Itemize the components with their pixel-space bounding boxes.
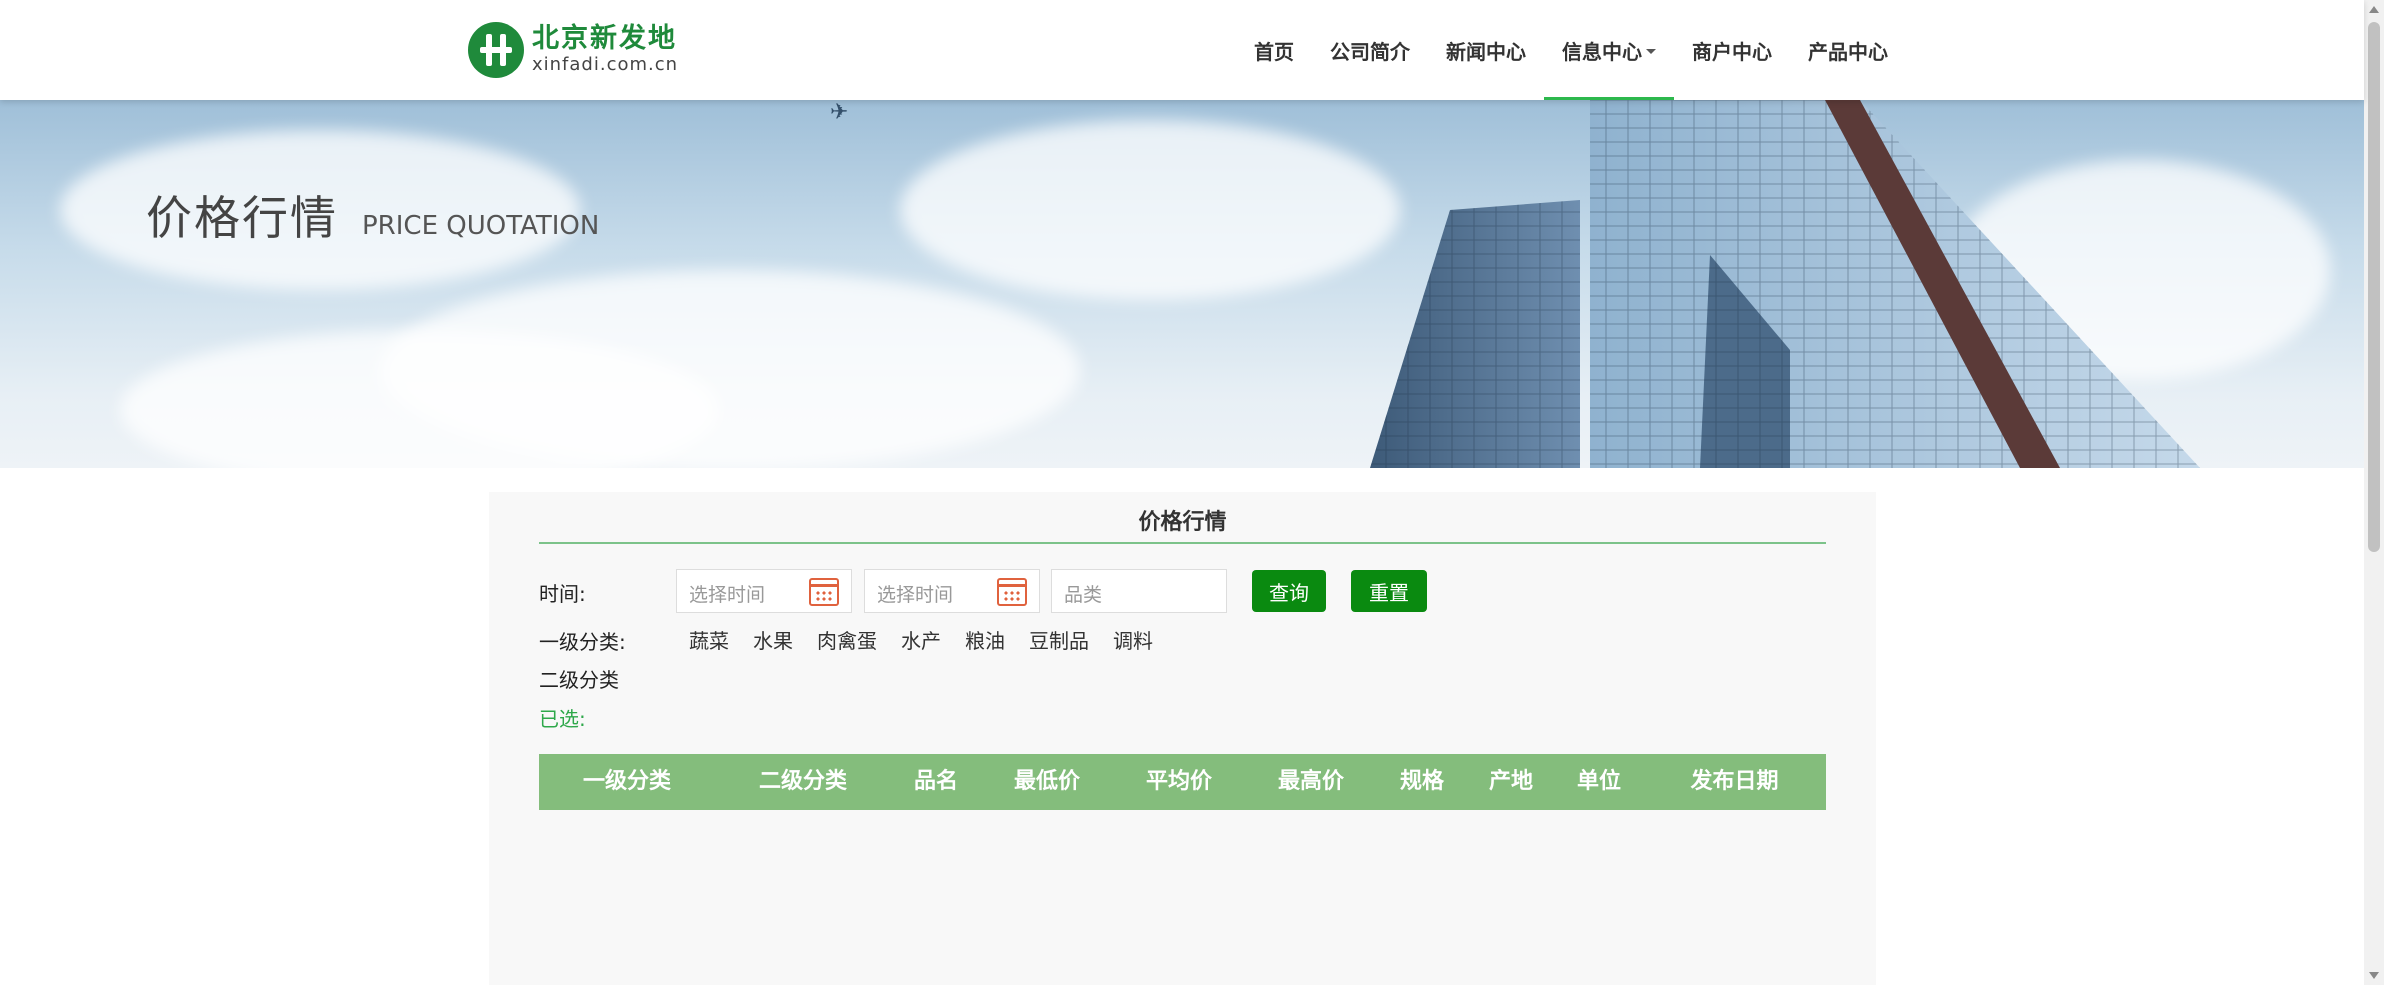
logo-name: 北京新发地: [532, 23, 677, 54]
bird-icon: ✈: [830, 100, 849, 125]
category-soy-products[interactable]: 豆制品: [1029, 625, 1089, 654]
end-date-input[interactable]: 选择时间: [864, 569, 1040, 613]
category-placeholder: 品类: [1064, 584, 1103, 606]
site-logo[interactable]: 北京新发地 xinfadi.com.cn: [468, 22, 678, 78]
skyscraper-image: [1370, 100, 2200, 468]
query-button[interactable]: 查询: [1252, 570, 1326, 612]
category-seasonings[interactable]: 调料: [1113, 625, 1153, 654]
price-panel: 价格行情 时间: 选择时间 选择时间 品类 查询 重置 一级分类: 蔬菜 水果 …: [489, 492, 1876, 985]
nav-about-label: 公司简介: [1330, 39, 1410, 64]
level1-category-list: 蔬菜 水果 肉禽蛋 水产 粮油 豆制品 调料: [689, 625, 1177, 654]
nav-news[interactable]: 新闻中心: [1428, 0, 1544, 100]
price-table-header: 一级分类 二级分类 品名 最低价 平均价 最高价 规格 产地 单位 发布日期: [539, 754, 1826, 810]
category-meat-poultry-eggs[interactable]: 肉禽蛋: [817, 625, 877, 654]
col-avg-price: 平均价: [1145, 769, 1212, 794]
col-publish-date: 发布日期: [1690, 769, 1779, 794]
category-fruits[interactable]: 水果: [753, 625, 793, 654]
panel-divider: [539, 542, 1826, 544]
col-product-name: 品名: [913, 769, 958, 794]
hero-banner: ✈ 价格行情 PRICE QUOTATION: [0, 100, 2364, 468]
page-scrollbar[interactable]: [2364, 0, 2384, 985]
end-date-placeholder: 选择时间: [877, 584, 954, 606]
col-level1: 一级分类: [582, 769, 671, 794]
calendar-icon[interactable]: [809, 578, 839, 606]
banner-title-cn: 价格行情: [146, 191, 338, 245]
start-date-input[interactable]: 选择时间: [676, 569, 852, 613]
col-spec: 规格: [1399, 769, 1444, 794]
col-min-price: 最低价: [1013, 769, 1080, 794]
col-max-price: 最高价: [1277, 769, 1344, 794]
logo-domain: xinfadi.com.cn: [532, 54, 679, 75]
level1-label: 一级分类:: [539, 630, 626, 654]
nav-news-label: 新闻中心: [1446, 39, 1526, 64]
scroll-up-icon[interactable]: [2369, 6, 2379, 13]
banner-title-en: PRICE QUOTATION: [362, 211, 600, 241]
category-vegetables[interactable]: 蔬菜: [689, 625, 729, 654]
panel-title: 价格行情: [1138, 510, 1227, 535]
banner-heading: 价格行情 PRICE QUOTATION: [146, 182, 599, 248]
nav-about[interactable]: 公司简介: [1312, 0, 1428, 100]
nav-info-center[interactable]: 信息中心: [1544, 0, 1674, 100]
col-level2: 二级分类: [758, 769, 847, 794]
category-grain-oil[interactable]: 粮油: [965, 625, 1005, 654]
nav-products[interactable]: 产品中心: [1790, 0, 1906, 100]
logo-emblem-icon: [468, 22, 524, 78]
start-date-placeholder: 选择时间: [689, 584, 766, 606]
reset-button[interactable]: 重置: [1351, 570, 1427, 612]
site-header: 北京新发地 xinfadi.com.cn 首页 公司简介 新闻中心 信息中心 商…: [0, 0, 2364, 100]
nav-merchants-label: 商户中心: [1692, 39, 1772, 64]
col-origin: 产地: [1488, 769, 1533, 794]
level2-label: 二级分类: [539, 668, 619, 692]
main-nav: 首页 公司简介 新闻中心 信息中心 商户中心 产品中心: [1236, 0, 1906, 100]
nav-home-label: 首页: [1254, 39, 1294, 64]
calendar-icon[interactable]: [997, 578, 1027, 606]
category-input[interactable]: 品类: [1051, 569, 1227, 613]
category-seafood[interactable]: 水产: [901, 625, 941, 654]
nav-merchants[interactable]: 商户中心: [1674, 0, 1790, 100]
nav-home[interactable]: 首页: [1236, 0, 1312, 100]
chevron-down-icon: [1646, 48, 1656, 54]
time-label: 时间:: [539, 582, 586, 606]
scroll-down-icon[interactable]: [2369, 972, 2379, 979]
scrollbar-thumb[interactable]: [2368, 22, 2380, 552]
col-unit: 单位: [1576, 769, 1621, 794]
nav-info-label: 信息中心: [1562, 39, 1642, 64]
nav-products-label: 产品中心: [1808, 39, 1888, 64]
selected-filters-label: 已选:: [539, 707, 586, 731]
